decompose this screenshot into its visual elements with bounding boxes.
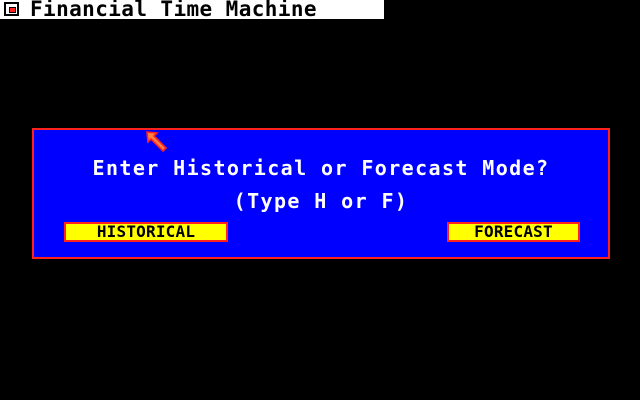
mode-prompt: Enter Historical or Forecast Mode? [92, 156, 550, 180]
close-box-dot [9, 7, 16, 13]
close-box-icon[interactable] [4, 2, 19, 16]
forecast-button[interactable]: FORECAST [447, 222, 580, 242]
arrow-pointer-icon [146, 131, 168, 153]
mode-dialog: Enter Historical or Forecast Mode? (Type… [32, 128, 610, 259]
window-title: Financial Time Machine [30, 0, 317, 21]
historical-button[interactable]: HISTORICAL [64, 222, 228, 242]
mode-hint: (Type H or F) [233, 189, 409, 213]
title-bar: Financial Time Machine [0, 0, 384, 20]
